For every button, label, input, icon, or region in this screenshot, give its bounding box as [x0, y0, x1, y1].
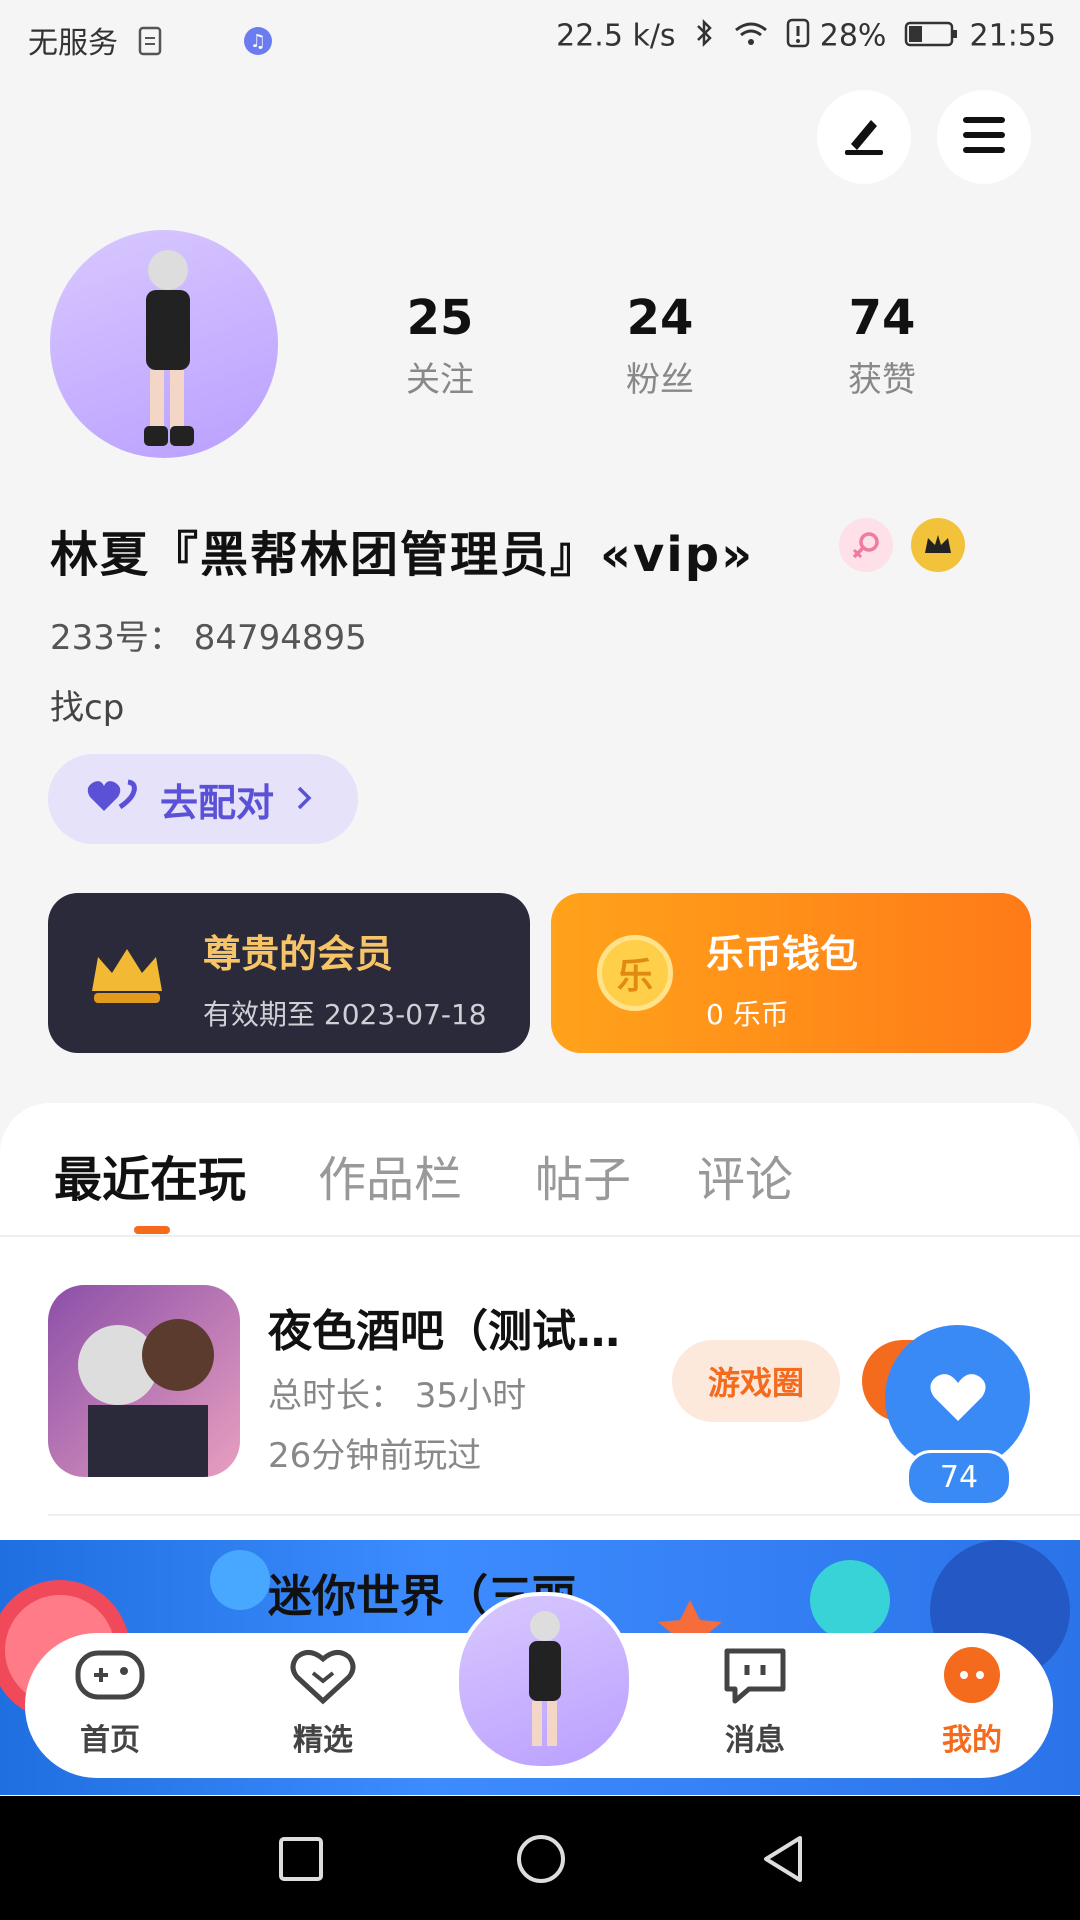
system-nav-bar — [0, 1796, 1080, 1920]
coin-icon: 乐 — [597, 935, 673, 1011]
game-last-played: 26分钟前玩过 — [268, 1436, 482, 1476]
pen-icon — [841, 112, 887, 162]
sim-icon — [136, 26, 164, 64]
wallet-card-balance: 0 乐币 — [706, 998, 789, 1031]
game-thumbnail[interactable] — [48, 1285, 240, 1477]
stat-following[interactable]: 25 关注 — [350, 290, 530, 401]
nav-item-messages[interactable]: 消息 — [695, 1645, 815, 1759]
user-bio: 找cp — [50, 688, 125, 728]
recent-apps-button[interactable] — [278, 1836, 324, 1886]
stat-value: 24 — [626, 290, 694, 346]
battery-icon — [904, 18, 960, 56]
heart-icon — [929, 1373, 986, 1421]
back-button[interactable] — [760, 1834, 806, 1888]
avatar-character-image — [144, 250, 194, 446]
status-right: 22.5 k/s 28% 21:55 — [556, 18, 1056, 56]
vip-card-title: 尊贵的会员 — [203, 932, 394, 976]
user-name: 林夏『黑帮林团管理员』«vip» — [50, 527, 755, 583]
stat-label: 获赞 — [848, 360, 916, 400]
wallet-card[interactable]: 乐 乐币钱包 0 乐币 — [551, 893, 1031, 1053]
music-icon: ♫ — [243, 26, 273, 64]
nav-item-me[interactable]: 我的 — [912, 1645, 1032, 1759]
me-icon — [944, 1647, 1000, 1703]
home-button[interactable] — [516, 1834, 566, 1888]
nav-label: 首页 — [80, 1723, 140, 1758]
edit-profile-button[interactable] — [817, 90, 911, 184]
circle-icon — [517, 1835, 565, 1883]
carrier-text: 无服务 — [28, 26, 118, 61]
nav-center-avatar[interactable] — [455, 1592, 633, 1770]
status-left: 无服务 ♫ — [28, 18, 273, 64]
menu-button[interactable] — [937, 90, 1031, 184]
menu-icon — [961, 115, 1007, 159]
pair-button[interactable]: 去配对 — [48, 754, 358, 844]
user-id: 233号： 84794895 — [50, 618, 367, 658]
nav-label: 消息 — [725, 1723, 785, 1758]
bluetooth-icon — [693, 18, 715, 56]
nav-label: 精选 — [293, 1723, 353, 1758]
gold-crown-icon — [86, 943, 168, 1013]
vip-card-expiry: 有效期至 2023-07-18 — [203, 998, 487, 1031]
back-triangle-icon — [764, 1836, 802, 1882]
stat-label: 粉丝 — [626, 360, 694, 400]
tab-works[interactable]: 作品栏 — [318, 1140, 462, 1210]
tab-comments[interactable]: 评论 — [697, 1140, 793, 1210]
game-total-duration: 总时长： 35小时 — [268, 1376, 527, 1416]
svg-text:♫: ♫ — [250, 31, 266, 52]
tab-recent-played[interactable]: 最近在玩 — [54, 1140, 246, 1210]
nav-item-featured[interactable]: 精选 — [263, 1645, 383, 1759]
like-count: 74 — [906, 1450, 1012, 1506]
wallet-card-title: 乐币钱包 — [706, 932, 859, 976]
game-cover-image — [78, 1319, 214, 1477]
female-icon — [852, 532, 879, 559]
battery-percent: 28% — [819, 18, 887, 54]
stat-value: 74 — [848, 290, 916, 346]
game-title[interactable]: 夜色酒吧（测试… — [268, 1295, 620, 1359]
stat-followers[interactable]: 24 粉丝 — [570, 290, 750, 401]
wifi-icon — [733, 18, 769, 56]
game-circle-button[interactable]: 游戏圈 — [672, 1340, 840, 1422]
heart-chat-icon — [290, 1650, 356, 1705]
vip-crown-badge — [911, 518, 965, 572]
profile-avatar[interactable] — [50, 230, 278, 458]
floating-like-button[interactable] — [885, 1325, 1030, 1470]
gamepad-icon — [75, 1650, 145, 1700]
stat-label: 关注 — [406, 360, 474, 400]
nav-item-home[interactable]: 首页 — [50, 1645, 170, 1759]
square-icon — [279, 1837, 323, 1881]
message-icon — [724, 1648, 786, 1704]
stat-likes[interactable]: 74 获赞 — [792, 290, 972, 401]
nav-label: 我的 — [942, 1723, 1002, 1758]
network-speed: 22.5 k/s — [556, 18, 676, 54]
chevron-right-icon — [296, 777, 312, 821]
gender-female-badge — [839, 518, 893, 572]
clock: 21:55 — [969, 18, 1056, 54]
list-divider — [48, 1514, 1080, 1516]
status-bar: 无服务 ♫ 22.5 k/s 28% 21:55 — [0, 0, 1080, 76]
alert-icon — [786, 18, 810, 56]
tab-posts[interactable]: 帖子 — [535, 1140, 631, 1210]
stat-value: 25 — [406, 290, 474, 346]
avatar-character-image — [529, 1611, 561, 1746]
active-tab-indicator — [134, 1226, 170, 1234]
tab-divider — [0, 1235, 1080, 1237]
pair-button-label: 去配对 — [160, 780, 275, 825]
crown-icon — [925, 535, 951, 553]
vip-membership-card[interactable]: 尊贵的会员 有效期至 2023-07-18 — [48, 893, 530, 1053]
hearts-icon — [86, 777, 138, 822]
